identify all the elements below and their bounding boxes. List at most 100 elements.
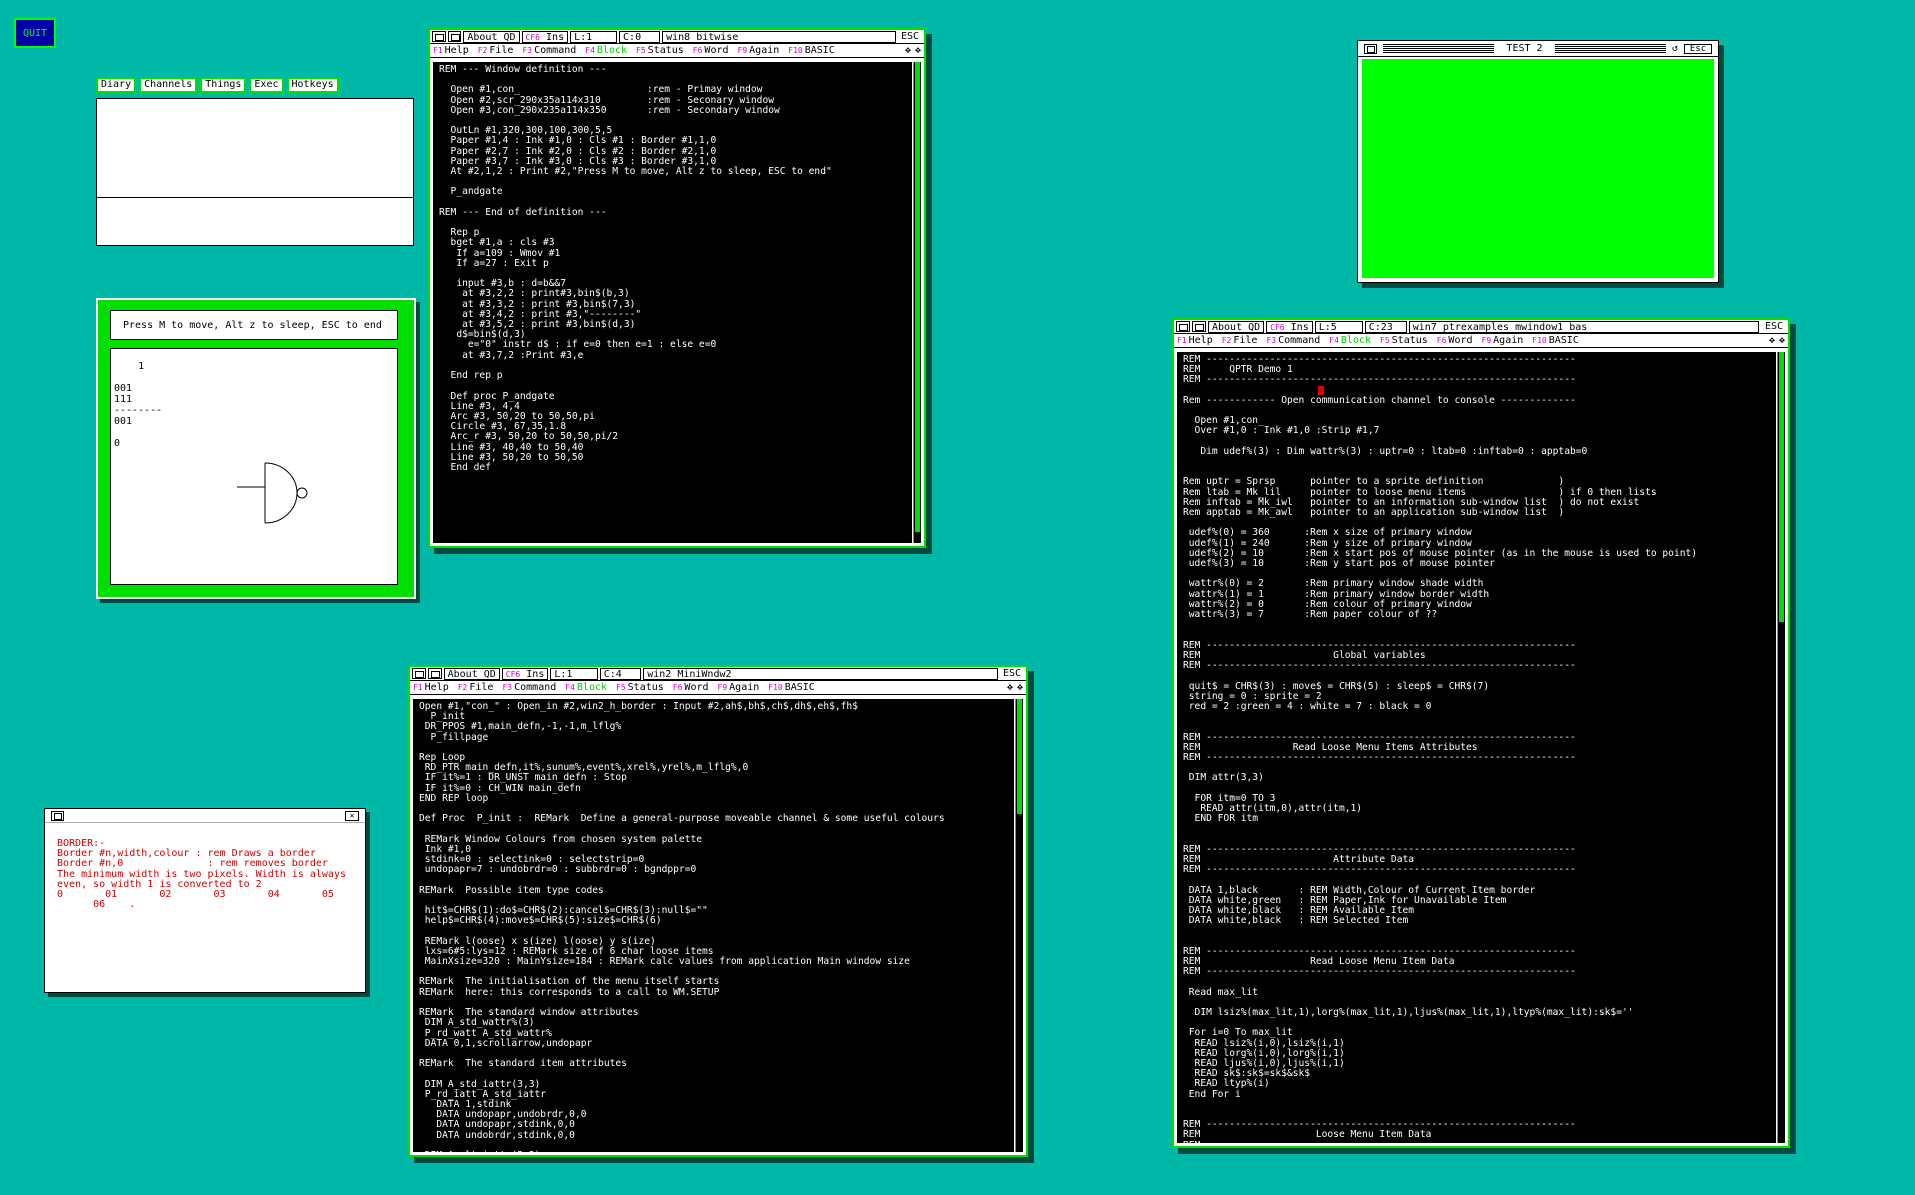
insert-mode-indicator[interactable]: CF6 Ins — [521, 30, 569, 43]
tab-diary[interactable]: Diary — [96, 77, 137, 93]
editor-menu-bar: F1 Help F2 File F3 Command F4 Block F5 Status… — [430, 44, 924, 58]
menu-basic[interactable]: F10 BASIC — [788, 45, 835, 56]
scrollbar-thumb[interactable] — [1779, 352, 1784, 622]
mode-key: CF6 — [505, 669, 521, 679]
about-button[interactable]: About QD — [1208, 320, 1265, 333]
mode-label: Ins — [546, 31, 565, 43]
title-stripes[interactable] — [1554, 44, 1666, 53]
scrollbar-thumb[interactable] — [915, 62, 920, 532]
code-area[interactable]: REM ------------------------------------… — [1177, 352, 1776, 1143]
scrollbar[interactable] — [1015, 699, 1023, 1152]
esc-button[interactable]: Esc — [1684, 43, 1712, 54]
line-indicator: L:1 — [570, 30, 618, 43]
menu-help[interactable]: F1 Help — [1177, 335, 1213, 346]
about-button[interactable]: About QD — [443, 667, 500, 680]
filename: win8_bitwise — [662, 30, 896, 43]
filename: win7_ptrexamples_mwindow1_bas — [1408, 320, 1759, 333]
column-indicator: C:4 — [599, 667, 642, 680]
insert-mode-indicator[interactable]: CF6 Ins — [501, 667, 549, 680]
window-icon[interactable] — [1192, 321, 1206, 332]
scrollbar[interactable] — [1777, 352, 1785, 1143]
window-icon[interactable] — [1176, 321, 1190, 332]
diary-panel-top — [96, 98, 414, 198]
editor-menu-bar: F1 Help F2 File F3 Command F4 Block F5 Status… — [410, 681, 1026, 695]
menu-basic[interactable]: F10 BASIC — [768, 682, 815, 693]
window-icon[interactable] — [1364, 43, 1377, 54]
editor-window-bitwise[interactable]: About QD CF6 Ins L:1 C:0 win8_bitwise ES… — [428, 28, 926, 548]
menu-status[interactable]: F5 Status — [616, 682, 664, 693]
line-indicator: L:5 — [1314, 320, 1363, 333]
nand-message: Press M to move, Alt z to sleep, ESC to … — [110, 310, 398, 340]
wake-icon[interactable]: ↺ — [1672, 43, 1678, 54]
esc-button[interactable]: ESC — [898, 31, 922, 42]
mode-label: Ins — [1290, 321, 1309, 333]
diary-panel-bottom — [96, 197, 414, 246]
nand-gate-drawing — [237, 462, 308, 524]
menu-help[interactable]: F1 Help — [413, 682, 449, 693]
menu-word[interactable]: F6 Word — [1437, 335, 1473, 346]
window-icon[interactable] — [432, 31, 446, 42]
mode-key: CF6 — [525, 32, 540, 42]
resize-icon[interactable]: ✥ — [1017, 682, 1023, 693]
esc-button[interactable]: ESC — [1762, 321, 1786, 332]
menu-command[interactable]: F3 Command — [1266, 335, 1320, 346]
title-stripes[interactable] — [1383, 44, 1495, 53]
menu-help[interactable]: F1 Help — [433, 45, 469, 56]
text-cursor — [1318, 386, 1324, 395]
tab-exec[interactable]: Exec — [249, 77, 284, 93]
menu-file[interactable]: F2 File — [478, 45, 514, 56]
border-demo-window[interactable]: ✕ BORDER:- Border #n,width,colour : rem … — [44, 808, 366, 993]
move-icon[interactable]: ✥ — [1769, 335, 1775, 346]
editor-window-ptrexamples[interactable]: About QD CF6 Ins L:5 C:23 win7_ptrexampl… — [1172, 318, 1790, 1148]
menu-file[interactable]: F2 File — [1222, 335, 1258, 346]
move-icon[interactable]: ✥ — [1007, 682, 1013, 693]
test-window-canvas[interactable] — [1362, 59, 1714, 278]
tab-things[interactable]: Things — [200, 77, 247, 93]
window-icon[interactable] — [447, 31, 462, 42]
quit-button[interactable]: QUIT — [14, 18, 56, 48]
menu-block[interactable]: F4 Block — [1329, 335, 1371, 346]
resize-icon[interactable]: ✥ — [915, 45, 921, 56]
window-icon[interactable] — [427, 668, 442, 679]
menu-file[interactable]: F2 File — [458, 682, 494, 693]
editor-title-bar: About QD CF6 Ins L:1 C:0 win8_bitwise ES… — [430, 30, 924, 44]
esc-button[interactable]: ESC — [1000, 668, 1024, 679]
resize-icon[interactable]: ✥ — [1779, 335, 1785, 346]
menu-command[interactable]: F3 Command — [502, 682, 556, 693]
mode-key: CF6 — [1270, 322, 1285, 332]
about-button[interactable]: About QD — [463, 30, 520, 43]
menu-again[interactable]: F9 Again — [718, 682, 760, 693]
editor-title-bar: About QD CF6 Ins L:5 C:23 win7_ptrexampl… — [1174, 320, 1788, 334]
menu-block[interactable]: F4 Block — [585, 45, 627, 56]
menu-status[interactable]: F5 Status — [636, 45, 684, 56]
move-icon[interactable]: ✥ — [905, 45, 911, 56]
test-2-window[interactable]: TEST 2 ↺ Esc — [1357, 40, 1719, 283]
column-indicator: C:23 — [1364, 320, 1407, 333]
code-area[interactable]: REM --- Window definition --- Open #1,co… — [433, 62, 912, 543]
top-tab-bar: Diary Channels Things Exec Hotkeys — [96, 77, 339, 93]
insert-mode-indicator[interactable]: CF6 Ins — [1266, 320, 1313, 333]
editor-window-miniwndw2[interactable]: About QD CF6 Ins L:1 C:4 win2_MiniWndw2 … — [408, 665, 1028, 1157]
menu-again[interactable]: F9 Again — [1482, 335, 1524, 346]
menu-word[interactable]: F6 Word — [673, 682, 709, 693]
menu-block[interactable]: F4 Block — [565, 682, 607, 693]
nand-output-text: 1 001 111 -------- 001 0 — [114, 361, 163, 449]
menu-status[interactable]: F5 Status — [1380, 335, 1428, 346]
border-help-text: BORDER:- Border #n,width,colour : rem Dr… — [57, 838, 346, 911]
nand-output-area: 1 001 111 -------- 001 0 — [110, 348, 398, 585]
code-area[interactable]: Open #1,"con_" : Open_in #2,win2_h_borde… — [413, 699, 1014, 1152]
editor-title-bar: About QD CF6 Ins L:1 C:4 win2_MiniWndw2 … — [410, 667, 1026, 681]
menu-command[interactable]: F3 Command — [522, 45, 576, 56]
menu-word[interactable]: F6 Word — [693, 45, 729, 56]
mode-label: Ins — [526, 668, 545, 680]
close-icon[interactable]: ✕ — [345, 810, 359, 821]
menu-basic[interactable]: F10 BASIC — [1532, 335, 1579, 346]
nand-gate-window[interactable]: Press M to move, Alt z to sleep, ESC to … — [96, 298, 416, 599]
scrollbar-thumb[interactable] — [1017, 699, 1022, 814]
menu-again[interactable]: F9 Again — [738, 45, 780, 56]
tab-channels[interactable]: Channels — [139, 77, 198, 93]
window-icon[interactable] — [412, 668, 426, 679]
scrollbar[interactable] — [913, 62, 921, 543]
tab-hotkeys[interactable]: Hotkeys — [286, 77, 339, 93]
window-icon[interactable] — [51, 810, 64, 821]
